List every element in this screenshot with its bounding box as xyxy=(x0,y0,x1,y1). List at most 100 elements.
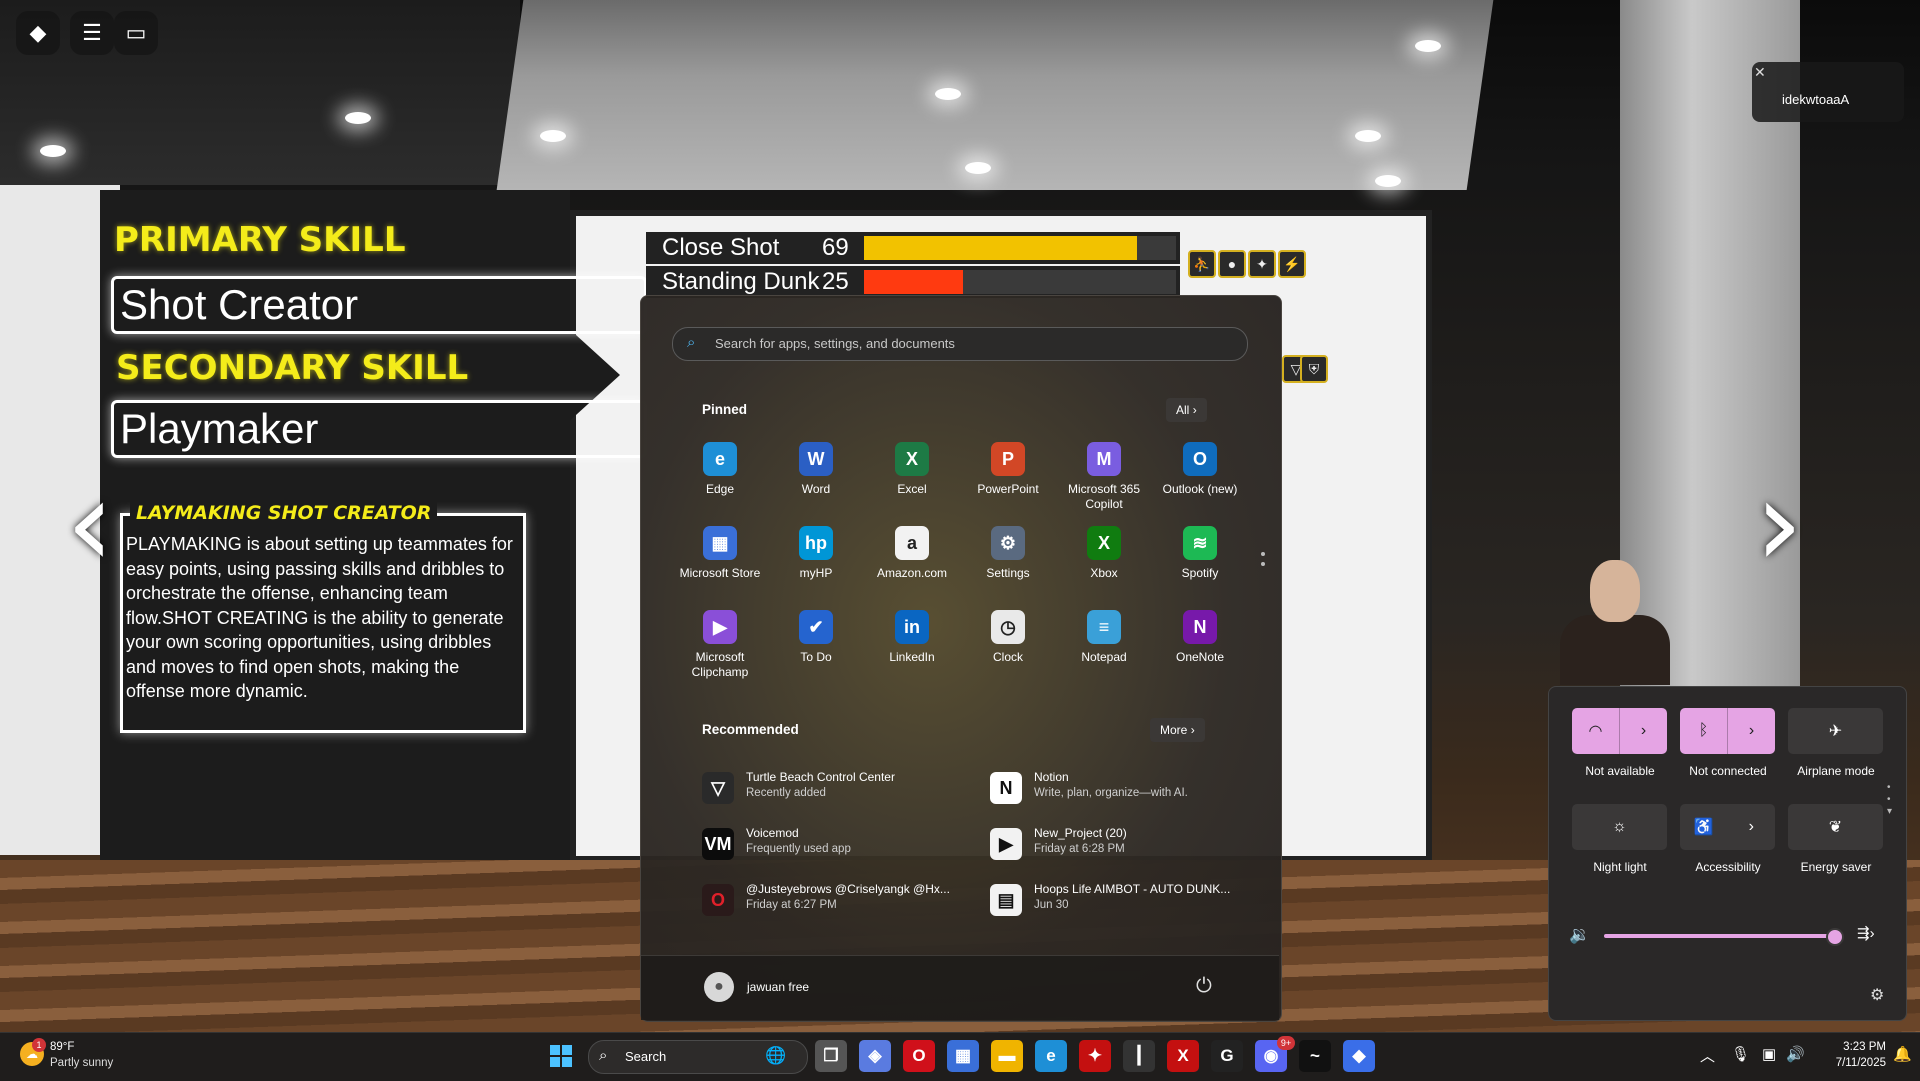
settings-gear-icon[interactable]: ⚙ xyxy=(1870,985,1884,1005)
pinned-app-clock[interactable]: ◷ Clock xyxy=(960,610,1056,690)
taskbar-opera-icon[interactable]: O xyxy=(903,1040,935,1072)
sun-icon[interactable]: ☼ xyxy=(1572,804,1667,850)
chevron-right-icon[interactable]: › xyxy=(1728,708,1775,754)
recommended-item[interactable]: ▽ Turtle Beach Control Center Recently add… xyxy=(702,768,932,812)
network-icon[interactable]: ▣ xyxy=(1762,1045,1776,1063)
quick-tile-label: Night light xyxy=(1593,860,1647,874)
recommended-item[interactable]: O @Justeyebrows @Criselyangk @Hx... Friday… xyxy=(702,880,950,924)
taskbar-roblox-icon[interactable]: ◆ xyxy=(1343,1040,1375,1072)
quick-tile-airplane-mode[interactable]: ✈ xyxy=(1788,708,1883,754)
weather-description[interactable]: Partly sunny xyxy=(50,1057,113,1069)
ceiling-light xyxy=(965,162,991,174)
taskbar-search[interactable]: ⌕ Search 🌐 xyxy=(588,1040,808,1074)
leaf-icon[interactable]: ❦ xyxy=(1788,804,1883,850)
microphone-icon[interactable]: 🎙 xyxy=(1731,1045,1750,1063)
quick-tile-accessibility[interactable]: ♿ › xyxy=(1680,804,1775,850)
xbox-icon: X xyxy=(1087,526,1121,560)
start-footer xyxy=(641,955,1279,1020)
chevron-right-icon[interactable]: › xyxy=(1728,804,1776,850)
pinned-app-excel[interactable]: X Excel xyxy=(864,442,960,522)
taskbar-red-x-app-icon[interactable]: X xyxy=(1167,1040,1199,1072)
quick-tile-not-connected[interactable]: ᛒ › xyxy=(1680,708,1775,754)
taskbar-search-label: Search xyxy=(625,1049,667,1064)
wifi-icon[interactable]: ◠ xyxy=(1572,708,1620,754)
show-hidden-icons[interactable]: ︿ xyxy=(1700,1045,1715,1066)
pinned-app-microsoft-store[interactable]: ▦ Microsoft Store xyxy=(672,526,768,606)
recommended-item[interactable]: VM Voicemod Frequently used app xyxy=(702,824,932,868)
taskbar-edge-icon[interactable]: e xyxy=(1035,1040,1067,1072)
quick-tile-label: Airplane mode xyxy=(1797,764,1875,778)
avatar-head xyxy=(1590,560,1640,622)
pinned-app-linkedin[interactable]: in LinkedIn xyxy=(864,610,960,690)
taskbar-g-hub-icon[interactable]: G xyxy=(1211,1040,1243,1072)
pinned-app-edge[interactable]: e Edge xyxy=(672,442,768,522)
pinned-app-microsoft-365-copilot[interactable]: M Microsoft 365 Copilot xyxy=(1056,442,1152,522)
search-icon: ⌕ xyxy=(599,1047,608,1064)
speaker-icon[interactable]: 🔊 xyxy=(1786,1045,1805,1063)
volume-slider-knob[interactable] xyxy=(1826,928,1844,946)
pinned-app-notepad[interactable]: ≡ Notepad xyxy=(1056,610,1152,690)
quick-tile-label: Not available xyxy=(1585,764,1655,778)
taskbar-copilot-icon[interactable]: ◈ xyxy=(859,1040,891,1072)
recommended-item-title: Turtle Beach Control Center xyxy=(746,770,895,784)
menu-icon[interactable]: ☰ xyxy=(70,11,114,55)
volume-icon[interactable]: 🔉 xyxy=(1569,925,1590,945)
ceiling-light xyxy=(540,130,566,142)
pinned-app-myhp[interactable]: hp myHP xyxy=(768,526,864,606)
more-button[interactable]: More › xyxy=(1150,718,1205,742)
windows-start-icon[interactable] xyxy=(545,1040,577,1072)
taskbar-store-icon[interactable]: ▦ xyxy=(947,1040,979,1072)
taskbar-file-explorer-icon[interactable]: ▬ xyxy=(991,1040,1023,1072)
notification-bell-icon[interactable]: 🔔 xyxy=(1893,1045,1912,1063)
pinned-app-xbox[interactable]: X Xbox xyxy=(1056,526,1152,606)
audio-output-icon[interactable]: ⇶› xyxy=(1857,924,1875,942)
recommended-item[interactable]: ▤ Hoops Life AIMBOT - AUTO DUNK... Jun 30 xyxy=(990,880,1230,924)
quick-tile-not-available[interactable]: ◠ › xyxy=(1572,708,1667,754)
taskbar-task-view-icon[interactable]: ❐ xyxy=(815,1040,847,1072)
airplane-icon[interactable]: ✈ xyxy=(1788,708,1883,754)
user-name[interactable]: jawuan free xyxy=(747,980,809,994)
quick-tile-night-light[interactable]: ☼ xyxy=(1572,804,1667,850)
recommended-item[interactable]: N Notion Write, plan, organize—with AI. xyxy=(990,768,1220,812)
bluetooth-icon[interactable]: ᛒ xyxy=(1680,708,1728,754)
roblox-logo-icon[interactable]: ◆ xyxy=(16,11,60,55)
chat-icon[interactable]: ▭ xyxy=(114,11,158,55)
clock-time[interactable]: 3:23 PM xyxy=(1826,1041,1886,1053)
pinned-app-onenote[interactable]: N OneNote xyxy=(1152,610,1248,690)
quick-tile-energy-saver[interactable]: ❦ xyxy=(1788,804,1883,850)
ceiling-light xyxy=(345,112,371,124)
pinned-app-to-do[interactable]: ✔ To Do xyxy=(768,610,864,690)
pinned-app-outlook-new-[interactable]: O Outlook (new) xyxy=(1152,442,1248,522)
weather-temperature[interactable]: 89°F xyxy=(50,1041,74,1053)
pinned-app-spotify[interactable]: ≋ Spotify xyxy=(1152,526,1248,606)
pinned-app-microsoft-clipchamp[interactable]: ▶ Microsoft Clipchamp xyxy=(672,610,768,690)
pinned-app-word[interactable]: W Word xyxy=(768,442,864,522)
clock-date[interactable]: 7/11/2025 xyxy=(1820,1057,1886,1069)
ceiling-light xyxy=(1355,130,1381,142)
chevron-right-icon[interactable]: › xyxy=(1620,708,1667,754)
pinned-app-settings[interactable]: ⚙ Settings xyxy=(960,526,1056,606)
accessibility-icon[interactable]: ♿ xyxy=(1680,804,1728,850)
next-arrow-icon[interactable]: › xyxy=(1755,455,1803,594)
page-dot xyxy=(1261,552,1265,556)
user-avatar-icon[interactable]: ● xyxy=(704,972,734,1002)
start-search-input[interactable]: ⌕ Search for apps, settings, and documen… xyxy=(672,327,1248,361)
page-dots[interactable] xyxy=(1261,552,1265,566)
pinned-app-powerpoint[interactable]: P PowerPoint xyxy=(960,442,1056,522)
recommended-item-title: Hoops Life AIMBOT - AUTO DUNK... xyxy=(1034,882,1231,896)
previous-arrow-icon[interactable]: ‹ xyxy=(66,455,114,594)
pinned-app-amazon-com[interactable]: a Amazon.com xyxy=(864,526,960,606)
close-icon[interactable]: ✕ xyxy=(1754,64,1766,81)
recommended-item-title: @Justeyebrows @Criselyangk @Hx... xyxy=(746,882,950,896)
recommended-item-subtitle: Recently added xyxy=(746,787,826,799)
taskbar-dark-app-icon[interactable]: ┃ xyxy=(1123,1040,1155,1072)
pinned-app-label: OneNote xyxy=(1175,650,1225,664)
power-icon[interactable]: ⏻ xyxy=(1196,975,1212,998)
qs-page-indicator[interactable]: • • ▾ xyxy=(1887,782,1892,818)
volume-slider[interactable] xyxy=(1604,934,1838,938)
all-apps-button[interactable]: All › xyxy=(1166,398,1207,422)
recommended-item-icon: O xyxy=(702,884,734,916)
taskbar-voicemod-icon[interactable]: ~ xyxy=(1299,1040,1331,1072)
recommended-item[interactable]: ▶ New_Project (20) Friday at 6:28 PM xyxy=(990,824,1220,868)
taskbar-red-app-icon[interactable]: ✦ xyxy=(1079,1040,1111,1072)
